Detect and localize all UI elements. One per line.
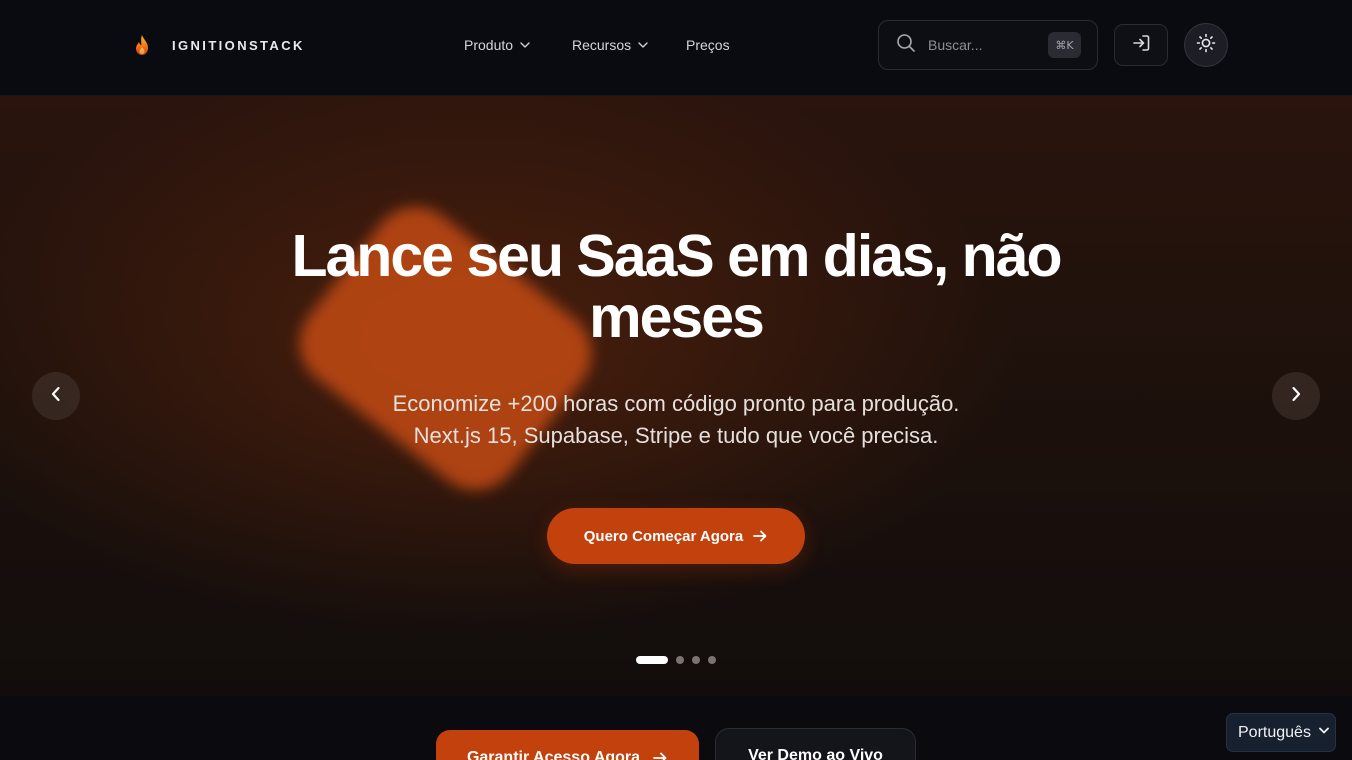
site-header: IGNITIONSTACK Produto Recursos Preços Bu… [0,0,1352,96]
live-demo-button[interactable]: Ver Demo ao Vivo [715,728,916,760]
chevron-down-icon [638,42,648,48]
carousel-dot[interactable] [676,656,684,664]
login-button[interactable] [1114,24,1168,66]
keyboard-shortcut-badge: ⌘K [1048,32,1081,58]
arrow-right-icon [752,528,768,544]
carousel-next-button[interactable] [1272,372,1320,420]
nav-item-recursos[interactable]: Recursos [572,34,648,56]
carousel-prev-button[interactable] [32,372,80,420]
get-access-label: Garantir Acesso Agora [466,749,641,760]
theme-toggle-button[interactable] [1184,23,1228,67]
hero-carousel: Lance seu SaaS em dias, não meses Econom… [0,96,1352,696]
hero-subtitle: Economize +200 horas com código pronto p… [226,388,1126,452]
nav-item-label: Produto [464,37,514,53]
flame-icon [128,29,156,61]
sun-icon [1196,33,1216,58]
nav-item-produto[interactable]: Produto [464,34,530,56]
language-selected-value: Português [1238,723,1311,741]
get-access-button[interactable]: Garantir Acesso Agora [436,730,699,760]
carousel-dot[interactable] [692,656,700,664]
carousel-dot-active[interactable] [636,656,668,664]
brand-logo[interactable]: IGNITIONSTACK [128,29,305,61]
hero-title: Lance seu SaaS em dias, não meses [291,223,1062,350]
cta-label: Quero Começar Agora [583,527,744,545]
search-placeholder: Buscar... [928,37,983,53]
chevron-right-icon [1290,386,1302,407]
chevron-down-icon [520,42,530,48]
search-icon [896,33,916,58]
chevron-left-icon [50,386,62,407]
sign-in-icon [1131,33,1151,58]
hero-subtitle-line: Economize +200 horas com código pronto p… [392,391,960,416]
nav-item-label: Recursos [572,37,632,53]
language-select[interactable]: Português [1226,713,1336,752]
arrow-right-icon [652,750,668,760]
start-now-button[interactable]: Quero Começar Agora [547,508,805,564]
cta-section: Garantir Acesso Agora Ver Demo ao Vivo [0,696,1352,760]
live-demo-label: Ver Demo ao Vivo [748,747,883,760]
hero-subtitle-line: Next.js 15, Supabase, Stripe e tudo que … [413,423,939,448]
nav-item-label: Preços [686,37,730,53]
search-box[interactable]: Buscar... ⌘K [878,20,1098,70]
chevron-down-icon [1319,727,1329,734]
carousel-dot[interactable] [708,656,716,664]
brand-name: IGNITIONSTACK [172,37,305,53]
nav-item-precos[interactable]: Preços [686,34,730,56]
